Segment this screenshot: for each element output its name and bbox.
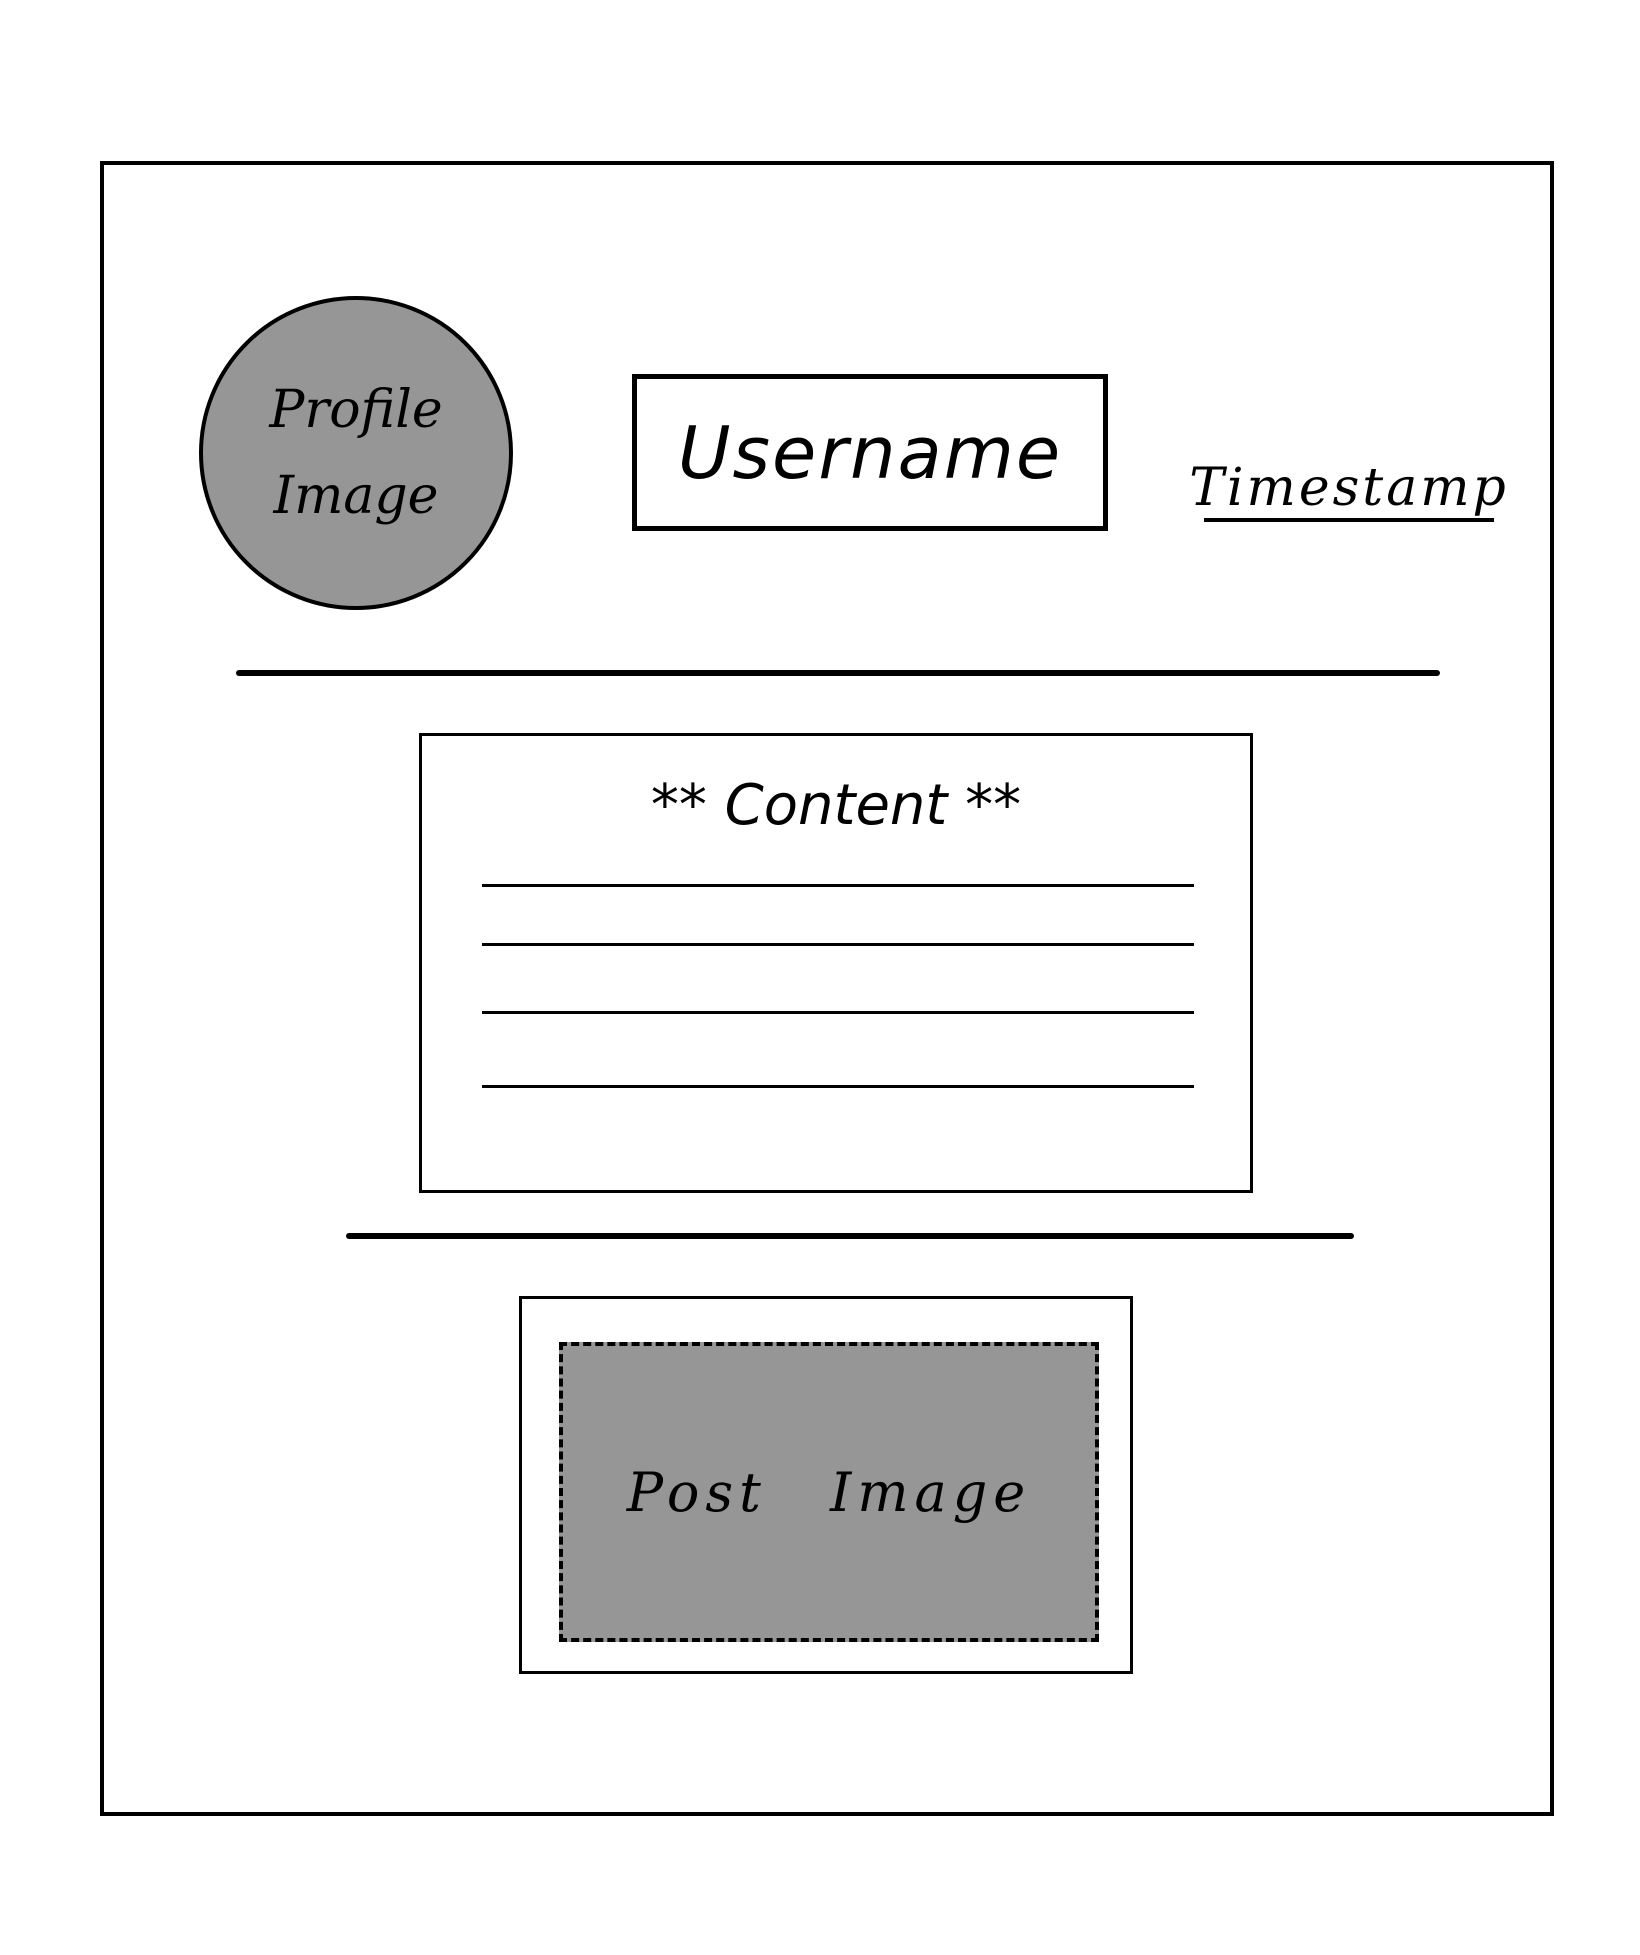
content-text-line bbox=[482, 1085, 1194, 1088]
post-image-frame: Post Image bbox=[519, 1296, 1133, 1674]
header-divider bbox=[236, 670, 1440, 676]
content-card: ** Content ** bbox=[419, 733, 1253, 1193]
timestamp-text: Timestamp bbox=[1189, 458, 1509, 518]
content-text-line bbox=[482, 1011, 1194, 1014]
content-divider bbox=[346, 1233, 1354, 1239]
post-image-label: Post Image bbox=[626, 1460, 1032, 1524]
content-title: ** Content ** bbox=[650, 773, 1022, 838]
content-text-line bbox=[482, 943, 1194, 946]
profile-image-placeholder[interactable]: Profile Image bbox=[199, 296, 513, 610]
post-image-placeholder[interactable]: Post Image bbox=[559, 1342, 1099, 1642]
username-text: Username bbox=[677, 410, 1063, 495]
profile-image-label: Profile Image bbox=[269, 380, 443, 526]
timestamp[interactable]: Timestamp bbox=[1189, 456, 1506, 522]
content-text-line bbox=[482, 884, 1194, 887]
username-box[interactable]: Username bbox=[632, 374, 1108, 531]
